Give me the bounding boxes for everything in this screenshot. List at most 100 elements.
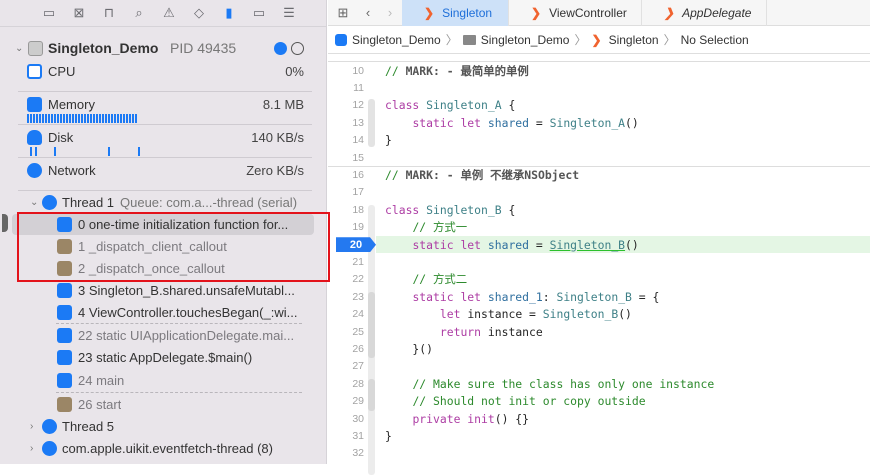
code-line: 21 — [328, 253, 870, 270]
stack-frame[interactable]: 26 start — [57, 394, 314, 415]
process-pid: PID 49435 — [170, 40, 237, 56]
code-line: 27 — [328, 358, 870, 375]
line-number[interactable]: 15 — [328, 152, 364, 164]
warning-icon[interactable]: ⚠ — [160, 5, 178, 21]
eventfetch-thread-row[interactable]: › com.apple.uikit.eventfetch-thread (8) — [0, 438, 326, 458]
line-number[interactable]: 19 — [328, 221, 364, 233]
code-text: class Singleton_A { — [385, 98, 516, 113]
gauge-label: Memory — [48, 96, 95, 112]
line-number[interactable]: 17 — [328, 186, 364, 198]
code-text: let instance = Singleton_B() — [439, 307, 632, 322]
code-line: 30 private init() {} — [328, 410, 870, 427]
code-line: 10 // MARK: - 最简单的单例 — [328, 62, 870, 79]
thread-5-row[interactable]: › Thread 5 — [0, 416, 326, 436]
frame-gap-separator — [56, 392, 302, 393]
breakpoint-line-number[interactable]: 20 — [336, 237, 376, 253]
code-line: 25 return instance — [328, 323, 870, 340]
line-number[interactable]: 31 — [328, 430, 364, 442]
gauge-value: Zero KB/s — [246, 162, 304, 178]
line-number[interactable]: 12 — [328, 99, 364, 111]
process-row[interactable]: ⌄ Singleton_Demo PID 49435 — [0, 38, 326, 58]
chevron-right-icon[interactable]: › — [30, 443, 33, 454]
code-line: 12 class Singleton_A { — [328, 97, 870, 114]
thread-icon — [42, 440, 57, 456]
gauge-cpu[interactable]: CPU 0% — [0, 61, 326, 81]
line-number[interactable]: 32 — [328, 447, 364, 459]
report-icon[interactable]: ☰ — [280, 5, 298, 21]
swift-icon: ❯ — [531, 5, 542, 20]
forward-icon[interactable]: › — [378, 5, 402, 20]
line-number[interactable]: 14 — [328, 134, 364, 146]
chevron-right-icon[interactable]: › — [30, 421, 33, 432]
tab-label: ViewController — [549, 5, 627, 20]
line-number[interactable]: 21 — [328, 256, 364, 268]
stack-frame[interactable]: 4 ViewController.touchesBegan(_:wi... — [57, 302, 314, 323]
line-number[interactable]: 16 — [328, 169, 364, 181]
folder-icon[interactable]: ▭ — [40, 5, 58, 21]
line-number[interactable]: 30 — [328, 413, 364, 425]
tab-viewcontroller[interactable]: ❯ ViewController — [509, 0, 642, 26]
line-number[interactable]: 18 — [328, 204, 364, 216]
chevron-down-icon[interactable]: ⌄ — [15, 43, 23, 54]
thread-1-row[interactable]: ⌄ Thread 1 Queue: com.a...-thread (seria… — [0, 192, 326, 212]
info-icon[interactable] — [274, 41, 287, 55]
stack-frame[interactable]: 24 main — [57, 370, 314, 391]
code-line: 31} — [328, 427, 870, 444]
code-line: 23 static let shared_1: Singleton_B = { — [328, 288, 870, 305]
app-icon — [28, 40, 43, 56]
code-text: // Should not init or copy outside — [412, 394, 646, 409]
breadcrumb-group[interactable]: Singleton_Demo — [481, 33, 570, 47]
line-number[interactable]: 26 — [328, 343, 364, 355]
tab-label: Singleton — [442, 5, 493, 20]
gauge-memory[interactable]: Memory 8.1 MB — [0, 94, 326, 114]
user-code-icon — [57, 305, 72, 320]
grid-icon[interactable]: ⊞ — [328, 5, 358, 21]
gauge-disk[interactable]: Disk 140 KB/s — [0, 127, 326, 147]
hierarchy-icon[interactable]: ⊓ — [100, 5, 118, 21]
stack-frame[interactable]: 3 Singleton_B.shared.unsafeMutabl... — [57, 280, 314, 301]
code-text: } — [385, 133, 392, 148]
line-number[interactable]: 22 — [328, 273, 364, 285]
back-icon[interactable]: ‹ — [358, 5, 378, 20]
line-number[interactable]: 11 — [328, 82, 364, 94]
line-number[interactable]: 24 — [328, 308, 364, 320]
line-number[interactable]: 25 — [328, 326, 364, 338]
code-editor[interactable]: 10 // MARK: - 最简单的单例 11 12 class Singleton_A… — [328, 55, 870, 475]
thread-icon — [42, 194, 57, 210]
search-icon[interactable]: ⌕ — [130, 5, 148, 21]
breadcrumb-project[interactable]: Singleton_Demo — [352, 33, 441, 47]
thread-label: Thread 1 — [62, 194, 115, 210]
library-icon — [57, 397, 72, 412]
swift-icon: ❯ — [664, 5, 675, 20]
debug-icon[interactable]: ▮ — [220, 5, 238, 21]
source-control-icon[interactable]: ⊠ — [70, 5, 88, 21]
line-number[interactable]: 28 — [328, 378, 364, 390]
project-icon — [335, 33, 347, 46]
stack-frame[interactable]: 23 static AppDelegate.$main() — [57, 347, 314, 368]
gauge-network[interactable]: Network Zero KB/s — [0, 160, 326, 180]
frame-label: 26 start — [78, 397, 122, 412]
tab-appdelegate[interactable]: ❯ AppDelegate — [642, 0, 767, 26]
code-line: 26 }() — [328, 340, 870, 357]
breadcrumb-file[interactable]: Singleton — [609, 33, 659, 47]
cpu-icon — [27, 63, 42, 79]
line-number[interactable]: 23 — [328, 291, 364, 303]
code-line: 22 // 方式二 — [328, 271, 870, 288]
line-number[interactable]: 29 — [328, 395, 364, 407]
breadcrumb-symbol[interactable]: No Selection — [681, 33, 749, 47]
tab-singleton[interactable]: ❯ Singleton — [402, 0, 509, 26]
code-line: 29 // Should not init or copy outside — [328, 393, 870, 410]
code-text: // 方式二 — [412, 272, 468, 287]
user-code-icon — [57, 373, 72, 388]
pause-icon[interactable] — [291, 41, 304, 55]
process-name: Singleton_Demo — [48, 40, 159, 56]
test-icon[interactable]: ◇ — [190, 5, 208, 21]
line-number[interactable]: 27 — [328, 360, 364, 372]
line-number[interactable]: 10 — [328, 65, 364, 77]
code-text: static let shared_1: Singleton_B = { — [412, 289, 660, 304]
breakpoint-icon[interactable]: ▭ — [250, 5, 268, 21]
chevron-down-icon[interactable]: ⌄ — [30, 197, 38, 208]
line-number[interactable]: 13 — [328, 117, 364, 129]
stack-frame[interactable]: 22 static UIApplicationDelegate.mai... — [57, 325, 314, 346]
code-line: 32 — [328, 445, 870, 462]
